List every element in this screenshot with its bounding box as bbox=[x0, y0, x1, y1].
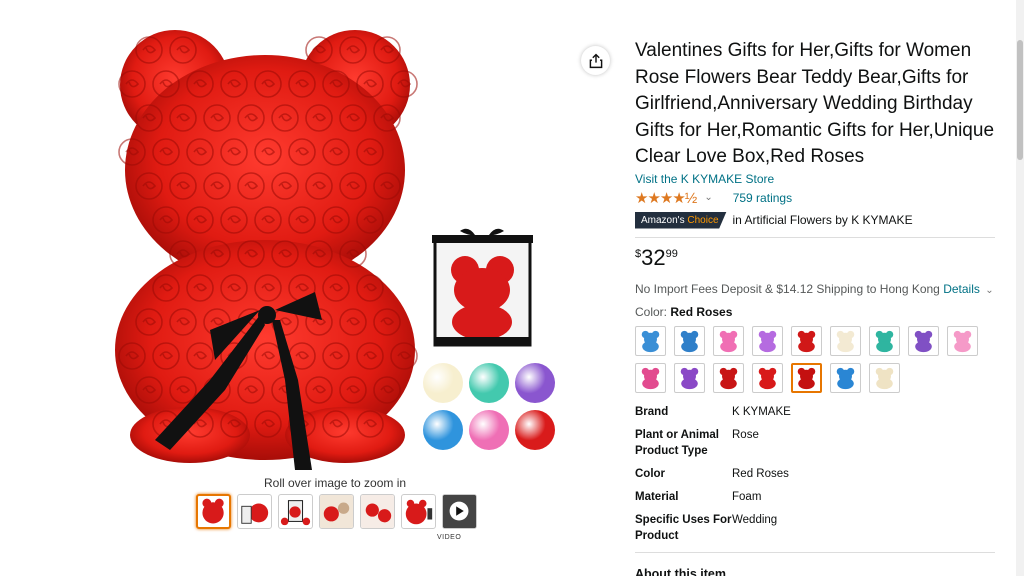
spec-value: Rose bbox=[732, 428, 759, 441]
spec-value: Red Roses bbox=[732, 467, 789, 480]
rating-row: ★★★★½ ⌄ 759 ratings bbox=[635, 189, 1005, 207]
share-icon bbox=[589, 53, 602, 68]
product-details-panel: Valentines Gifts for Her,Gifts for Women… bbox=[635, 38, 1005, 576]
variant-bear-icon bbox=[875, 367, 894, 389]
variant-bear-icon bbox=[719, 367, 738, 389]
color-variant-8[interactable] bbox=[908, 325, 939, 356]
variant-bear-icon bbox=[719, 330, 738, 352]
swatch-ball bbox=[469, 363, 509, 403]
color-variant-grid bbox=[635, 325, 1005, 393]
swatch-ball bbox=[423, 410, 463, 450]
badge-category: in Artificial Flowers by K KYMAKE bbox=[732, 213, 913, 227]
store-link[interactable]: Visit the K KYMAKE Store bbox=[635, 172, 1005, 186]
thumbnail-2[interactable] bbox=[237, 494, 272, 529]
variant-bear-icon bbox=[641, 367, 660, 389]
variant-bear-icon bbox=[953, 330, 972, 352]
video-thumbnail[interactable] bbox=[442, 494, 477, 529]
color-variant-11[interactable] bbox=[674, 362, 705, 393]
spec-value: K KYMAKE bbox=[732, 405, 791, 418]
spec-value: Foam bbox=[732, 490, 762, 503]
variant-bear-icon bbox=[758, 330, 777, 352]
price-whole: 32 bbox=[641, 244, 666, 270]
variant-bear-icon bbox=[680, 330, 699, 352]
ratings-count-link[interactable]: 759 ratings bbox=[733, 191, 792, 205]
color-variant-12[interactable] bbox=[713, 362, 744, 393]
star-rating-icon[interactable]: ★★★★½ bbox=[635, 189, 697, 207]
swatch-ball bbox=[469, 410, 509, 450]
rose-bear-image bbox=[115, 30, 418, 470]
scrollbar[interactable] bbox=[1016, 0, 1024, 576]
variant-bear-icon bbox=[797, 330, 816, 352]
spec-key: Plant or Animal Product Type bbox=[635, 428, 719, 457]
gift-box-image bbox=[430, 225, 535, 350]
price-fraction: 99 bbox=[665, 247, 678, 260]
shipping-text: No Import Fees Deposit & $14.12 Shipping… bbox=[635, 281, 940, 296]
color-selection-label: Color: Red Roses bbox=[635, 305, 1005, 319]
spec-row: Material Foam bbox=[635, 489, 1005, 505]
divider bbox=[635, 236, 995, 238]
variant-bear-icon bbox=[836, 330, 855, 352]
spec-key: Color bbox=[635, 467, 666, 480]
price: $ 32 99 bbox=[635, 244, 1005, 270]
variant-bear-icon bbox=[641, 330, 660, 352]
swatch-ball bbox=[515, 363, 555, 403]
badge-prefix: Amazon's bbox=[641, 214, 685, 226]
spec-row: Specific Uses For Product Wedding bbox=[635, 512, 1005, 544]
color-variant-15[interactable] bbox=[830, 362, 861, 393]
thumbnail-6[interactable] bbox=[401, 494, 436, 529]
color-variant-1[interactable] bbox=[635, 325, 666, 356]
color-variant-10[interactable] bbox=[635, 362, 666, 393]
spec-row: Plant or Animal Product Type Rose bbox=[635, 427, 1005, 459]
chevron-down-icon[interactable]: ⌄ bbox=[704, 192, 712, 203]
color-variant-9[interactable] bbox=[947, 325, 978, 356]
amazons-choice-badge[interactable]: Amazon's Choice bbox=[635, 211, 727, 229]
color-variant-5[interactable] bbox=[791, 325, 822, 356]
shipping-info: No Import Fees Deposit & $14.12 Shipping… bbox=[635, 282, 1005, 296]
swatch-ball bbox=[423, 363, 463, 403]
color-variant-3[interactable] bbox=[713, 325, 744, 356]
color-variant-7[interactable] bbox=[869, 325, 900, 356]
variant-bear-icon bbox=[914, 330, 933, 352]
thumbnail-1[interactable] bbox=[196, 494, 231, 529]
color-variant-2[interactable] bbox=[674, 325, 705, 356]
color-value: Red Roses bbox=[670, 304, 733, 319]
thumbnail-4[interactable] bbox=[319, 494, 354, 529]
spec-key: Material bbox=[635, 490, 679, 503]
color-swatches-image bbox=[420, 360, 560, 455]
zoom-hint: Roll over image to zoom in bbox=[264, 476, 407, 490]
variant-bear-icon bbox=[875, 330, 894, 352]
scrollbar-thumb[interactable] bbox=[1017, 40, 1023, 160]
thumbnail-strip bbox=[196, 494, 477, 529]
color-variant-13[interactable] bbox=[752, 362, 783, 393]
variant-bear-icon bbox=[758, 367, 777, 389]
product-specs-table: Brand K KYMAKE Plant or Animal Product Ty… bbox=[635, 404, 1005, 544]
about-heading: About this item bbox=[635, 566, 726, 576]
variant-bear-icon bbox=[836, 367, 855, 389]
chevron-down-icon[interactable]: ⌄ bbox=[985, 285, 993, 296]
choice-row: Amazon's Choice in Artificial Flowers by… bbox=[635, 211, 1005, 229]
color-variant-14[interactable] bbox=[791, 362, 822, 393]
share-button[interactable] bbox=[581, 46, 610, 75]
variant-bear-icon bbox=[680, 367, 699, 389]
spec-value: Wedding bbox=[732, 513, 778, 526]
variant-bear-icon bbox=[797, 367, 816, 389]
thumbnail-3[interactable] bbox=[278, 494, 313, 529]
main-product-image[interactable] bbox=[100, 30, 430, 470]
product-title: Valentines Gifts for Her,Gifts for Women… bbox=[635, 40, 995, 167]
swatch-ball bbox=[515, 410, 555, 450]
color-variant-16[interactable] bbox=[869, 362, 900, 393]
spec-key: Brand bbox=[635, 405, 669, 418]
spec-key: Specific Uses For Product bbox=[635, 513, 732, 542]
video-label: VIDEO bbox=[437, 534, 462, 541]
spec-row: Brand K KYMAKE bbox=[635, 404, 1005, 420]
shipping-details-link[interactable]: Details bbox=[943, 282, 980, 296]
play-icon bbox=[443, 495, 476, 528]
thumbnail-5[interactable] bbox=[360, 494, 395, 529]
badge-choice: Choice bbox=[687, 214, 719, 226]
color-variant-6[interactable] bbox=[830, 325, 861, 356]
divider bbox=[635, 551, 995, 553]
color-variant-4[interactable] bbox=[752, 325, 783, 356]
color-label: Color: bbox=[635, 304, 668, 319]
spec-row: Color Red Roses bbox=[635, 466, 1005, 482]
